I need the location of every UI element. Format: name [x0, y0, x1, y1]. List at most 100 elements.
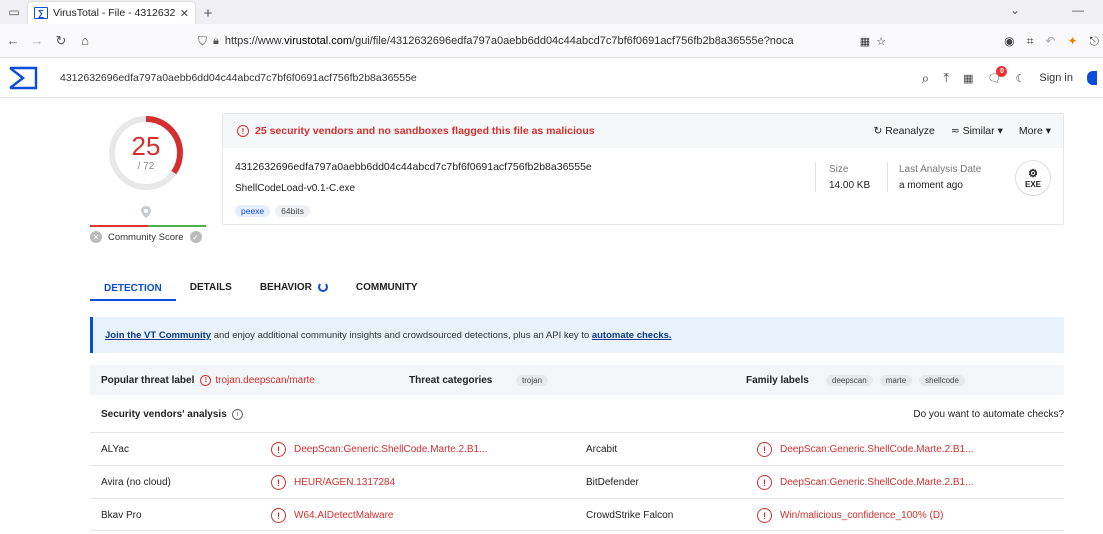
- file-summary-card: ! 25 security vendors and no sandboxes f…: [222, 113, 1064, 225]
- bookmark-star-icon[interactable]: ☆: [876, 35, 886, 48]
- warning-icon: !: [271, 508, 286, 523]
- community-score: ✕ Community Score ✓: [90, 231, 202, 243]
- tab-behavior[interactable]: BEHAVIOR: [246, 277, 342, 297]
- browser-nav-bar: ← → ↻ ⌂ ⛉ 🔒︎ https://www.virustotal.com/…: [0, 24, 1103, 58]
- reload-icon[interactable]: ↻: [50, 30, 72, 52]
- close-tab-icon[interactable]: ✕: [180, 7, 189, 20]
- back-arrow-icon[interactable]: ←: [2, 30, 24, 52]
- vendor-result: ! Win/malicious_confidence_100% (D): [757, 499, 943, 532]
- tab-community[interactable]: COMMUNITY: [342, 277, 432, 297]
- warning-icon: !: [757, 475, 772, 490]
- url-text[interactable]: https://www.virustotal.com/gui/file/4312…: [225, 35, 854, 47]
- upload-icon[interactable]: ⤒: [943, 70, 949, 86]
- search-hash-text[interactable]: 4312632696edfa797a0aebb6dd04c44abcd7c7bf…: [60, 72, 417, 84]
- browser-tab-virustotal[interactable]: ∑ VirusTotal - File - 43126326 ✕: [28, 2, 195, 24]
- reanalyze-button[interactable]: ↻ Reanalyze: [873, 125, 934, 137]
- tag-peexe[interactable]: peexe: [235, 205, 271, 217]
- vendor-result: ! HEUR/AGEN.1317284: [271, 466, 395, 499]
- warning-icon: !: [757, 508, 772, 523]
- url-domain: virustotal.com: [284, 35, 353, 47]
- vt-header: 4312632696edfa797a0aebb6dd04c44abcd7c7bf…: [0, 58, 1103, 98]
- shield-icon[interactable]: ⛉: [198, 34, 207, 49]
- vendor-name: Arcabit: [586, 444, 618, 455]
- vendor-result-text: Win/malicious_confidence_100% (D): [780, 510, 944, 521]
- account-icon[interactable]: ◉: [1004, 34, 1014, 48]
- vendor-name: ALYac: [101, 444, 129, 455]
- apps-grid-icon[interactable]: ▦: [963, 72, 973, 85]
- community-score-bar: [90, 225, 206, 227]
- home-icon[interactable]: ⌂: [74, 30, 96, 52]
- family-shellcode[interactable]: shellcode: [919, 374, 965, 386]
- popular-threat-value[interactable]: ! trojan.deepscan/marte: [200, 374, 315, 386]
- last-analysis: Last Analysis Date a moment ago: [899, 164, 981, 191]
- history-icon[interactable]: ↶: [1045, 34, 1055, 48]
- loading-spinner-icon: [317, 282, 328, 292]
- table-row: Bkav Pro ! W64.AIDetectMalware CrowdStrik…: [90, 498, 1064, 531]
- join-community-link[interactable]: Join the VT Community: [105, 330, 211, 341]
- minimize-icon[interactable]: —: [1072, 3, 1084, 17]
- threat-categories-label: Threat categories: [409, 374, 493, 386]
- chevron-down-icon[interactable]: ⌄: [1010, 3, 1020, 17]
- vendors-table: ALYac ! DeepScan:Generic.ShellCode.Marte.…: [90, 432, 1064, 531]
- vendor-result-text: DeepScan:Generic.ShellCode.Marte.2.B1...: [780, 444, 974, 455]
- threat-summary-row: Popular threat label ! trojan.deepscan/m…: [90, 365, 1064, 395]
- virustotal-logo-icon[interactable]: [8, 66, 38, 90]
- notifications-icon[interactable]: 🗨︎ 0: [988, 65, 1008, 85]
- file-size: Size 14.00 KB: [829, 164, 870, 191]
- forward-arrow-icon[interactable]: →: [26, 30, 48, 52]
- upvote-icon[interactable]: ✓: [189, 231, 202, 243]
- warning-icon: !: [271, 442, 286, 457]
- reanalyze-label: Reanalyze: [885, 125, 935, 137]
- share-icon[interactable]: ⎋: [1090, 34, 1100, 49]
- popular-threat-label: Popular threat label: [101, 374, 195, 386]
- extension-pin-icon[interactable]: ✦: [1067, 34, 1077, 48]
- sign-in-link[interactable]: Sign in: [1039, 72, 1073, 84]
- tab-detection[interactable]: DETECTION: [90, 277, 176, 301]
- more-button[interactable]: More ▾: [1019, 125, 1051, 137]
- similar-button[interactable]: ≂ Similar ▾: [951, 125, 1003, 137]
- detected-count: 25: [131, 131, 161, 161]
- tab-list-icon[interactable]: ▭: [0, 0, 28, 24]
- vendor-result-text: HEUR/AGEN.1317284: [294, 477, 396, 488]
- gears-icon: ⚙: [1028, 168, 1038, 180]
- new-tab-button[interactable]: +: [195, 2, 221, 24]
- vendors-title-text: Security vendors' analysis: [101, 408, 227, 420]
- warning-icon: !: [200, 374, 212, 386]
- url-bar[interactable]: ⛉ 🔒︎ https://www.virustotal.com/gui/file…: [192, 28, 892, 54]
- family-marte[interactable]: marte: [879, 374, 913, 386]
- detection-score-gauge: 25 / 72: [104, 111, 188, 195]
- size-value: 14.00 KB: [829, 180, 871, 191]
- tab-details[interactable]: DETAILS: [176, 277, 246, 297]
- vendor-result: ! DeepScan:Generic.ShellCode.Marte.2.B1..…: [757, 433, 973, 466]
- qr-code-icon[interactable]: ▦: [860, 35, 870, 48]
- reanalyze-icon: ↻: [873, 125, 883, 137]
- vendor-result-text: W64.AIDetectMalware: [294, 510, 394, 521]
- analysis-value: a moment ago: [899, 180, 963, 191]
- lock-icon[interactable]: 🔒︎: [213, 35, 219, 48]
- file-name: ShellCodeLoad-v0.1-C.exe: [235, 183, 356, 194]
- automate-checks-prompt[interactable]: Do you want to automate checks?: [913, 409, 1064, 420]
- browser-tab-bar: ▭ ∑ VirusTotal - File - 43126326 ✕ + ⌄ —: [0, 0, 1103, 24]
- vendor-result: ! DeepScan:Generic.ShellCode.Marte.2.B1..…: [271, 433, 487, 466]
- vendor-result: ! W64.AIDetectMalware: [271, 499, 393, 532]
- warning-icon: !: [271, 475, 286, 490]
- tag-64bits[interactable]: 64bits: [275, 205, 310, 217]
- community-banner: Join the VT Community and enjoy addition…: [90, 317, 1064, 353]
- info-icon[interactable]: i: [231, 408, 243, 420]
- chevron-down-icon: ▾: [1045, 125, 1051, 137]
- divider: [815, 162, 816, 192]
- category-trojan[interactable]: trojan: [516, 374, 549, 386]
- search-icon[interactable]: ⌕: [922, 70, 930, 87]
- analysis-label: Last Analysis Date: [899, 164, 982, 175]
- exe-file-type-icon: ⚙ EXE: [1015, 160, 1051, 196]
- warning-icon: !: [237, 125, 249, 137]
- downvote-icon[interactable]: ✕: [90, 231, 102, 243]
- dark-mode-icon[interactable]: ☾: [1015, 72, 1025, 85]
- profile-avatar[interactable]: [1087, 71, 1097, 85]
- automate-checks-link[interactable]: automate checks.: [592, 330, 672, 341]
- extensions-icon[interactable]: ⌗: [1027, 34, 1034, 49]
- file-type-label: EXE: [1024, 180, 1041, 189]
- family-deepscan[interactable]: deepscan: [826, 374, 873, 386]
- vendors-section-title: Security vendors' analysis i: [101, 408, 243, 420]
- vendor-result-text: DeepScan:Generic.ShellCode.Marte.2.B1...: [294, 444, 488, 455]
